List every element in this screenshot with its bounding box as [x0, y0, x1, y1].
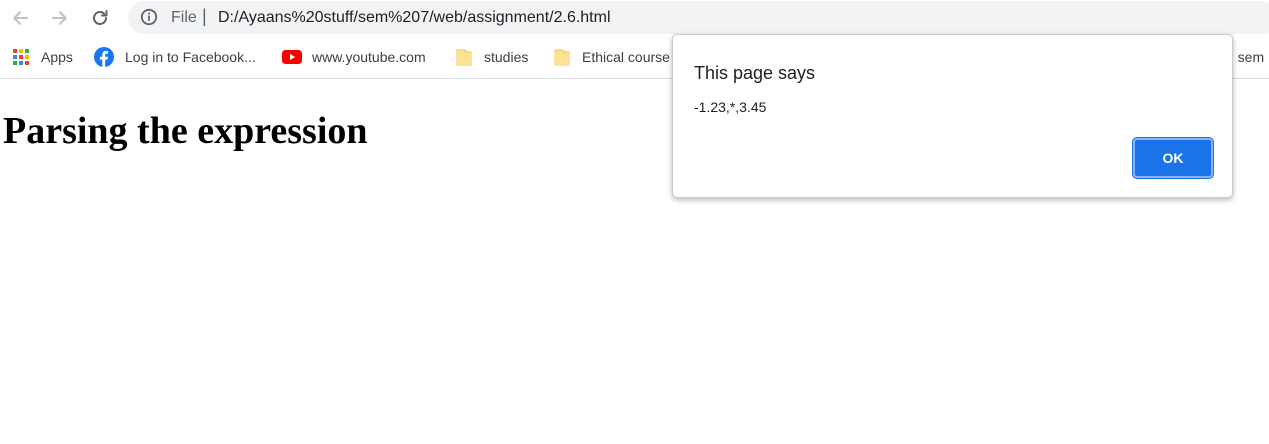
bookmark-label: Apps [41, 49, 73, 65]
bookmark-label: Log in to Facebook... [125, 49, 256, 65]
bookmark-youtube[interactable]: www.youtube.com [282, 45, 426, 69]
arrow-right-icon [52, 11, 67, 25]
bookmark-facebook[interactable]: Log in to Facebook... [94, 45, 256, 69]
url-separator: | [202, 6, 207, 26]
dialog-title: This page says [694, 63, 816, 83]
forward-button[interactable] [46, 4, 74, 32]
folder-icon [554, 49, 570, 66]
url-text[interactable]: D:/Ayaans%20stuff/sem%207/web/assignment… [218, 8, 611, 27]
reload-icon [93, 10, 108, 25]
url-scheme-label: File [171, 9, 197, 26]
address-bar[interactable]: File | D:/Ayaans%20stuff/sem%207/web/ass… [128, 1, 1269, 34]
ok-button[interactable]: OK [1133, 138, 1213, 178]
bookmark-folder-ethical-course[interactable]: Ethical course [554, 45, 670, 69]
arrow-left-icon [13, 11, 28, 25]
bookmark-apps[interactable]: Apps [12, 45, 73, 69]
bookmark-label: www.youtube.com [312, 49, 426, 65]
facebook-icon [94, 47, 114, 67]
bookmark-label: Ethical course [582, 49, 670, 65]
back-button[interactable] [6, 4, 34, 32]
browser-toolbar: File | D:/Ayaans%20stuff/sem%207/web/ass… [0, 0, 1269, 36]
youtube-icon [282, 50, 302, 64]
bookmark-label: studies [484, 49, 529, 65]
apps-grid-icon [13, 49, 29, 65]
dialog-message: -1.23,*,3.45 [694, 99, 767, 115]
bookmark-folder-studies[interactable]: studies [456, 45, 528, 69]
alert-dialog: This page says -1.23,*,3.45 OK [672, 34, 1233, 198]
info-icon[interactable] [140, 8, 158, 26]
reload-button[interactable] [86, 4, 114, 32]
page-heading: Parsing the expression [3, 110, 368, 152]
folder-icon [456, 49, 472, 66]
